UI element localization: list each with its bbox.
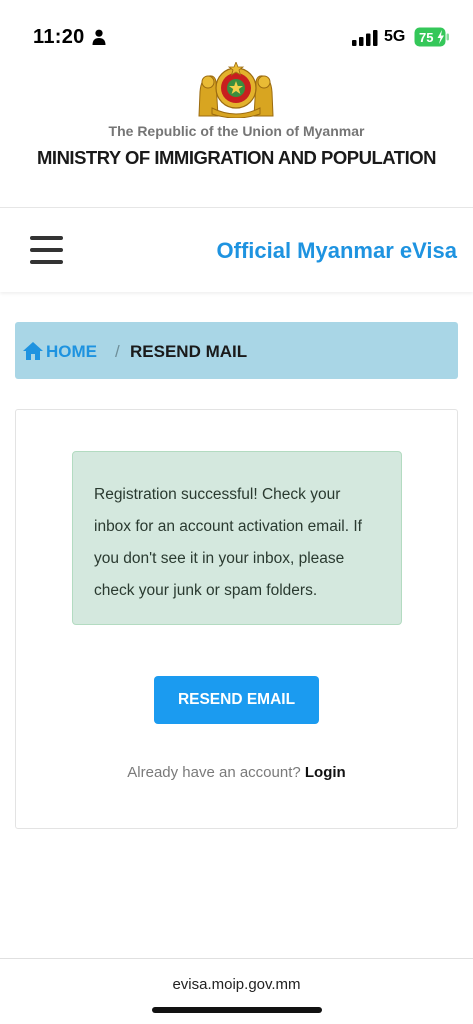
- breadcrumb-current-page: RESEND MAIL: [130, 342, 248, 361]
- ministry-title: MINISTRY OF IMMIGRATION AND POPULATION: [37, 147, 436, 168]
- login-link[interactable]: Login: [305, 764, 346, 781]
- person-icon: [92, 29, 106, 45]
- hamburger-menu-icon[interactable]: [30, 236, 63, 264]
- login-prompt-text: Already have an account?: [127, 764, 301, 781]
- success-alert-message: Registration successful! Check your inbo…: [94, 486, 362, 599]
- breadcrumb-separator: /: [115, 342, 120, 361]
- resend-mail-card: Registration successful! Check your inbo…: [15, 409, 458, 829]
- navbar: Official Myanmar eVisa: [0, 208, 473, 292]
- browser-url[interactable]: evisa.moip.gov.mm: [0, 976, 473, 993]
- republic-subtitle: The Republic of the Union of Myanmar: [108, 123, 365, 139]
- site-brand-title[interactable]: Official Myanmar eVisa: [217, 238, 458, 264]
- home-indicator[interactable]: [152, 1007, 322, 1013]
- resend-email-button[interactable]: RESEND EMAIL: [154, 676, 319, 724]
- status-time: 11:20: [33, 26, 85, 48]
- network-type: 5G: [384, 28, 406, 45]
- url-bar-divider: [0, 958, 473, 959]
- login-prompt: Already have an account? Login: [16, 764, 457, 781]
- signal-icon: [352, 30, 378, 46]
- battery-level: 75: [419, 30, 433, 45]
- myanmar-state-emblem-logo: [198, 62, 274, 118]
- breadcrumb-home-link[interactable]: HOME: [46, 342, 97, 362]
- success-alert: Registration successful! Check your inbo…: [72, 451, 402, 625]
- status-bar: 11:20 5G 75: [0, 0, 473, 56]
- home-icon[interactable]: [23, 342, 43, 360]
- battery-icon: 75: [414, 27, 449, 47]
- breadcrumb: HOME / RESEND MAIL: [15, 322, 458, 379]
